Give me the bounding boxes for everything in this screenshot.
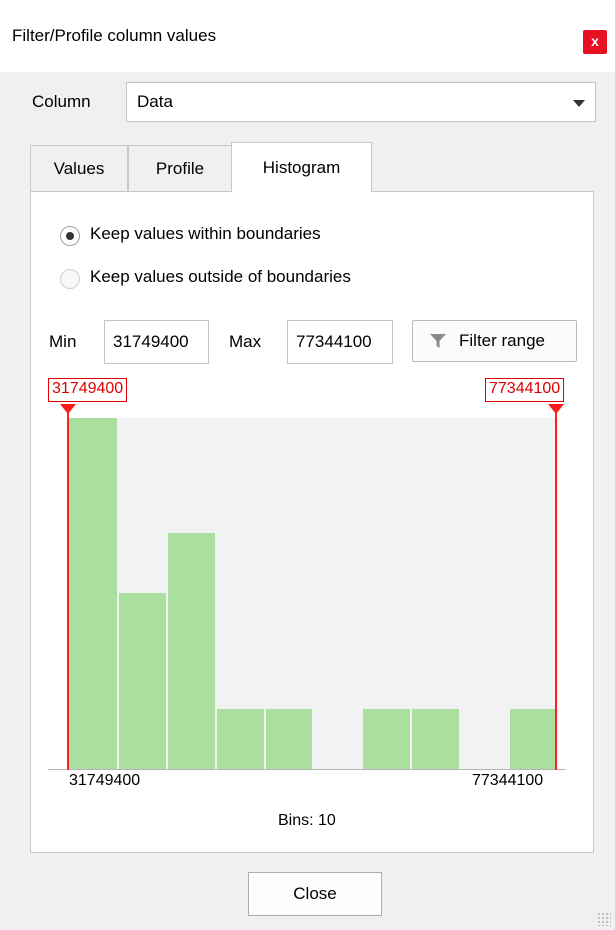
tab-values[interactable]: Values — [30, 145, 128, 191]
upper-boundary-line[interactable] — [555, 409, 557, 770]
tab-profile-label: Profile — [155, 159, 205, 178]
lower-boundary-tag[interactable]: 31749400 — [48, 378, 128, 402]
column-label: Column — [32, 92, 91, 111]
radio-unselected-icon[interactable] — [60, 269, 80, 289]
filter-range-label: Filter range — [459, 331, 545, 350]
histogram-bar — [510, 709, 557, 769]
close-window-button[interactable]: x — [583, 30, 607, 54]
window-title: Filter/Profile column values — [12, 26, 217, 45]
filter-range-button[interactable]: Filter range — [412, 320, 577, 362]
histogram-bar — [167, 533, 215, 769]
max-input[interactable]: 77344100 — [287, 320, 393, 364]
radio-keep-outside-label: Keep values outside of boundaries — [90, 267, 351, 286]
histogram-bar — [69, 418, 117, 769]
column-dropdown[interactable]: Data — [126, 82, 596, 122]
max-label: Max — [229, 332, 262, 351]
histogram-baseline — [48, 769, 566, 770]
min-input[interactable]: 31749400 — [104, 320, 209, 364]
histogram-bar — [363, 709, 411, 769]
tab-histogram-label: Histogram — [262, 158, 341, 177]
lower-boundary-line[interactable] — [67, 409, 69, 770]
histogram-bar — [118, 593, 166, 769]
filter-dialog: Filter/Profile column values x Column Da… — [0, 0, 616, 930]
upper-boundary-tag[interactable]: 77344100 — [485, 378, 565, 402]
close-button[interactable]: Close — [248, 872, 382, 916]
histogram-bar — [216, 709, 264, 769]
tab-values-label: Values — [53, 159, 105, 178]
title-bar: Filter/Profile column values x — [0, 0, 615, 72]
min-label: Min — [49, 332, 77, 351]
histogram-bar — [412, 709, 460, 769]
x-axis-max-label: 77344100 — [472, 772, 544, 789]
chevron-down-icon — [573, 100, 585, 107]
bins-count: Bins: 10 — [278, 812, 336, 829]
x-axis-min-label: 31749400 — [69, 772, 141, 789]
radio-selected-icon[interactable] — [60, 226, 80, 246]
funnel-icon — [430, 334, 446, 348]
tab-histogram[interactable]: Histogram — [231, 142, 372, 192]
histogram-bar — [265, 709, 313, 769]
tab-profile[interactable]: Profile — [128, 145, 232, 191]
resize-grip-icon[interactable] — [597, 912, 611, 926]
column-dropdown-value: Data — [137, 92, 173, 111]
radio-keep-within-label: Keep values within boundaries — [90, 224, 321, 243]
